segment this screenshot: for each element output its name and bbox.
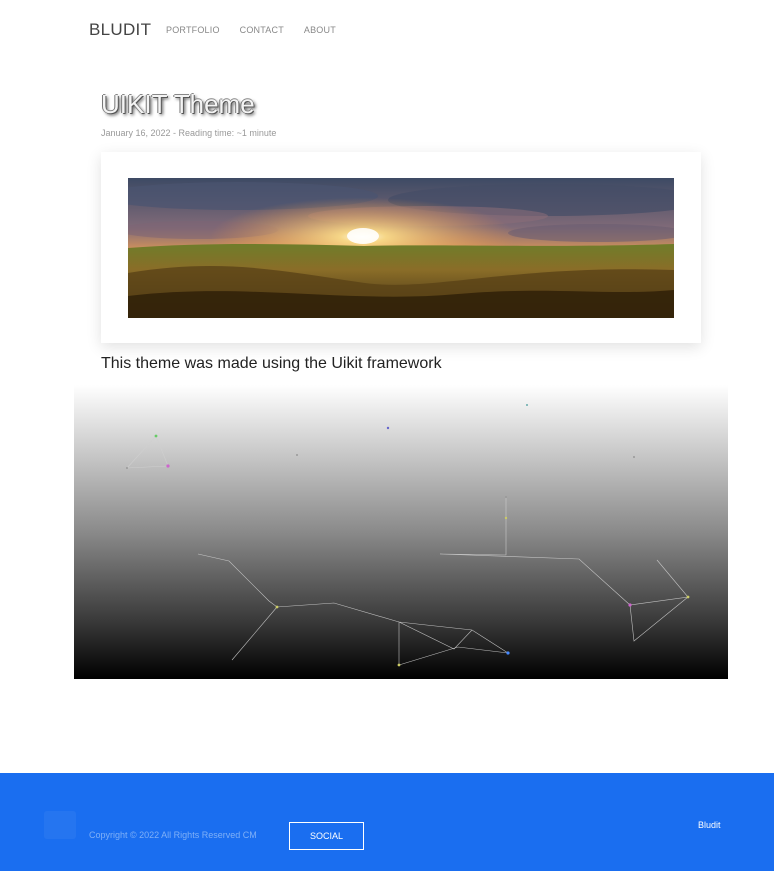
particle-network: [126, 404, 690, 667]
nav-link-about[interactable]: ABOUT: [304, 25, 336, 35]
social-button[interactable]: SOCIAL: [289, 822, 364, 850]
cover-image: [128, 178, 674, 318]
footer-logo-icon: [44, 811, 76, 839]
particles-background: [74, 385, 728, 679]
site-brand-logo[interactable]: BLUDIT: [89, 20, 151, 40]
nav-link-contact[interactable]: CONTACT: [240, 25, 284, 35]
main-nav: PORTFOLIO CONTACT ABOUT: [166, 25, 336, 35]
post-body-text: This theme was made using the Uikit fram…: [101, 355, 442, 372]
nav-link-portfolio[interactable]: PORTFOLIO: [166, 25, 220, 35]
cover-image-card: [101, 152, 701, 343]
post-title: UIKIT Theme: [101, 89, 255, 119]
copyright-text: Copyright © 2022 All Rights Reserved CM: [89, 830, 257, 840]
bludit-link[interactable]: Bludit: [698, 820, 721, 830]
post-meta: January 16, 2022 - Reading time: ~1 minu…: [101, 128, 277, 138]
site-footer: Copyright © 2022 All Rights Reserved CM …: [0, 773, 774, 871]
